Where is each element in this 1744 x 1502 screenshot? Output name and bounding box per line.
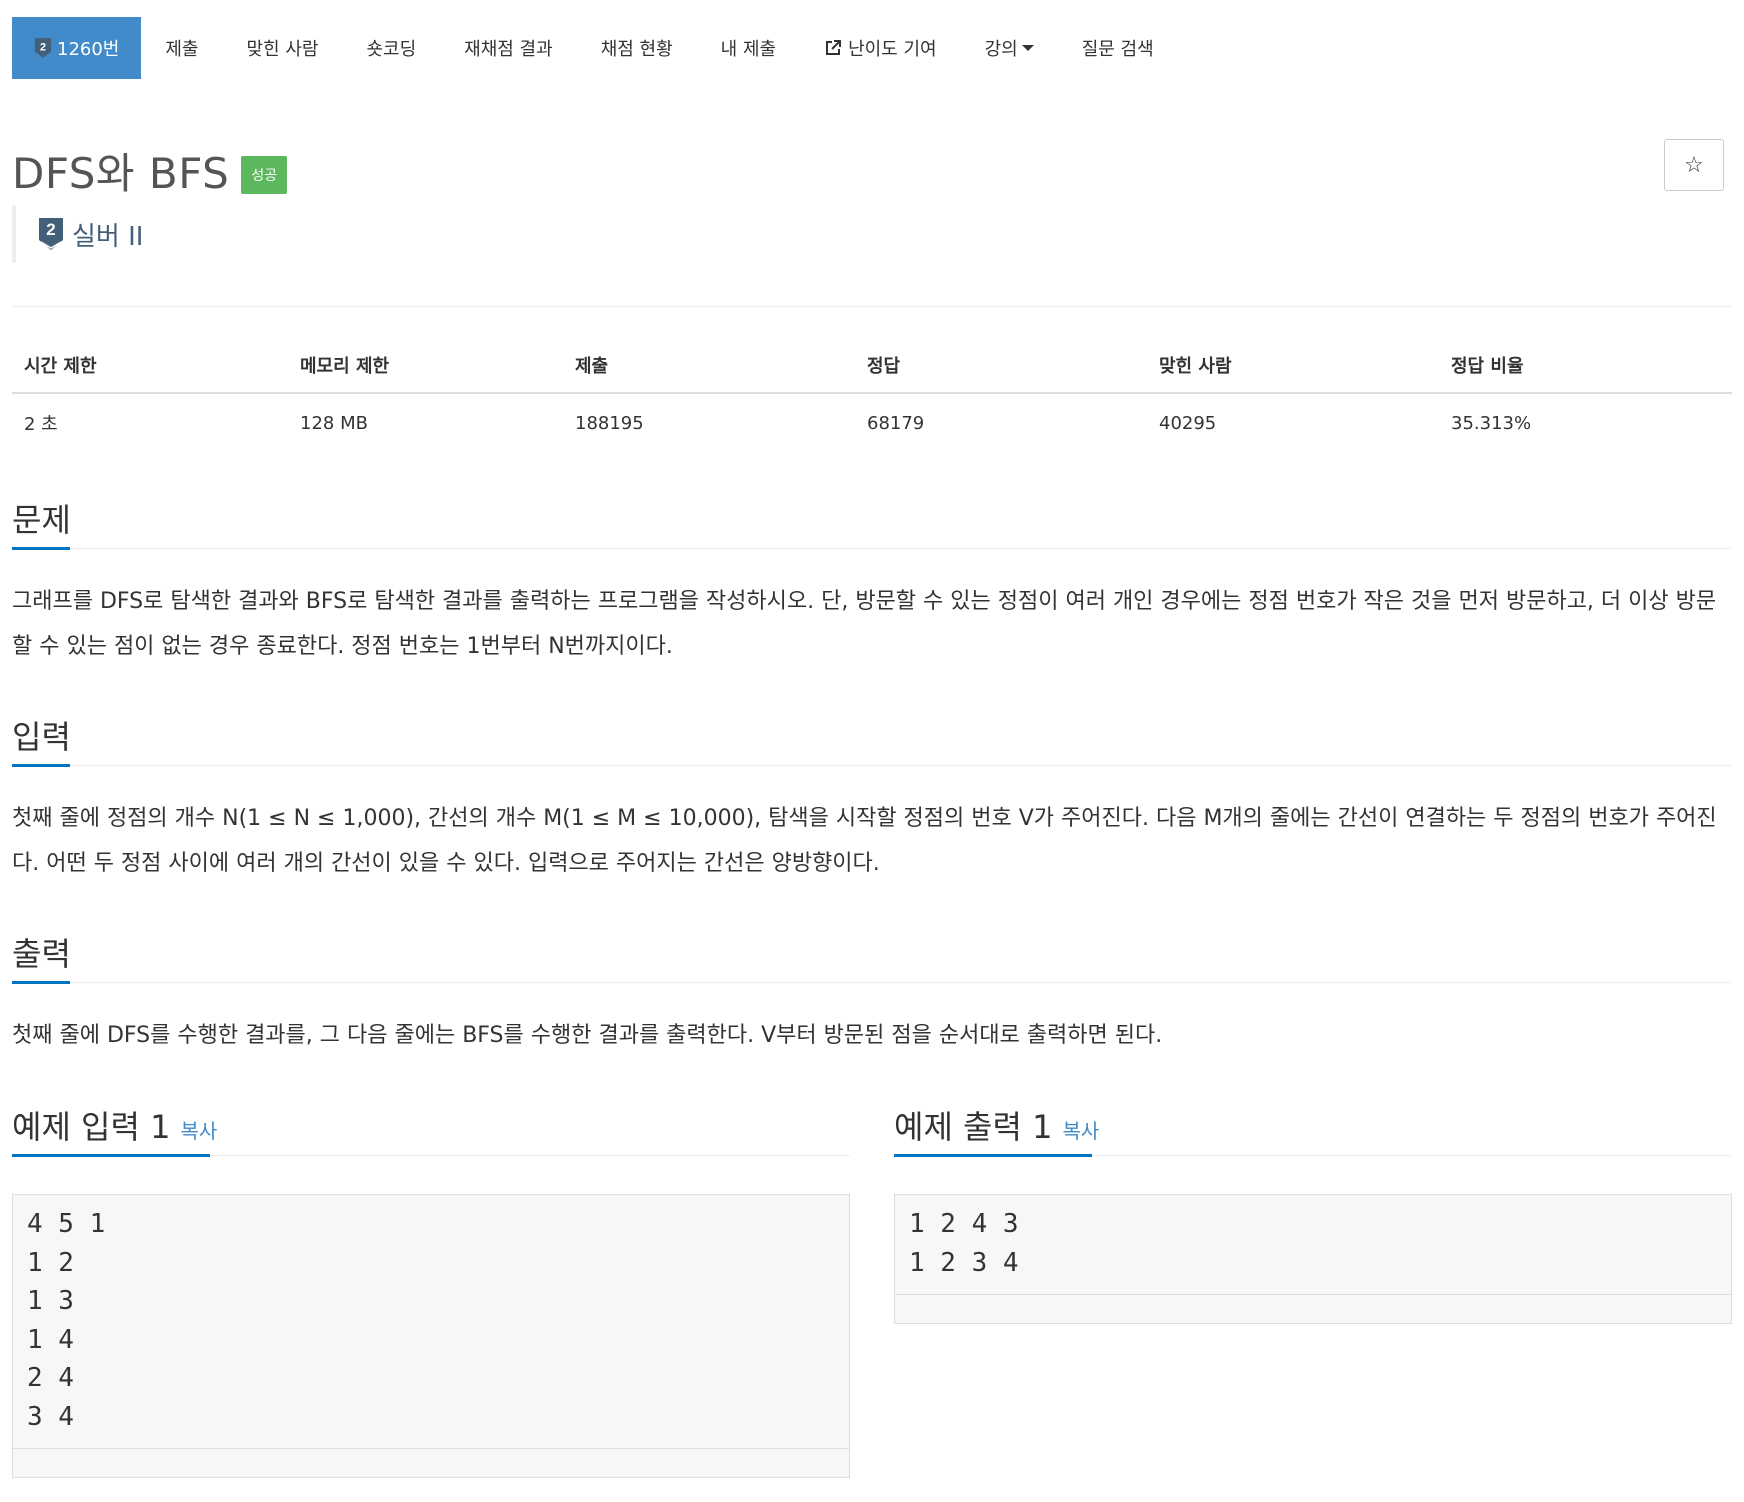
input-section: 입력 첫째 줄에 정점의 개수 N(1 ≤ N ≤ 1,000), 간선의 개수… [12,708,1732,886]
sample-input-section: 예제 입력 1 복사 4 5 1 1 2 1 3 1 4 2 4 3 4 [12,1098,850,1478]
external-link-icon [826,40,842,55]
problem-title: DFS와 BFS [12,149,230,198]
header-solved-users: 맞힌 사람 [1147,340,1439,394]
section-underline [12,764,70,767]
cell-memory-limit: 128 MB [300,412,368,434]
tab-submit[interactable]: 제출 [141,17,222,79]
cell-solved-users: 40295 [1159,412,1217,434]
tab-difficulty-label: 난이도 기여 [848,39,937,60]
sample-input-footer [12,1448,850,1478]
section-underline [12,981,70,984]
sample-input-title: 예제 입력 1 [12,1108,171,1146]
copy-sample-output-link[interactable]: 복사 [1062,1119,1099,1143]
problem-title-row: DFS와 BFS 성공 [12,140,288,201]
cell-accept-ratio: 35.313% [1451,412,1532,434]
cell-time-limit: 2 초 [24,414,58,435]
silver-tier-icon: 2 [34,38,52,58]
problem-description-text: 그래프를 DFS로 탐색한 결과와 BFS로 탐색한 결과를 출력하는 프로그램… [12,589,1717,659]
table-header-row: 시간 제한 메모리 제한 제출 정답 맞힌 사람 정답 비율 [12,340,1732,394]
svg-text:2: 2 [40,42,46,54]
problem-info-table: 시간 제한 메모리 제한 제출 정답 맞힌 사람 정답 비율 2 초 128 M… [12,340,1732,450]
section-title-sample-input: 예제 입력 1 복사 [12,1102,217,1148]
tier-label: 실버 II [72,221,144,252]
header-memory-limit: 메모리 제한 [288,340,563,394]
header-submissions: 제출 [563,340,855,394]
copy-sample-input-link[interactable]: 복사 [180,1119,217,1143]
header-accept-ratio: 정답 비율 [1439,340,1732,394]
status-badge: 성공 [241,155,288,194]
tab-problem-label: 1260번 [57,39,120,60]
section-underline [12,547,70,550]
header-accepted: 정답 [855,340,1147,394]
tab-status[interactable]: 채점 현황 [577,17,697,79]
section-header: 문제 [12,491,1732,550]
section-header: 입력 [12,708,1732,767]
tab-difficulty-contribute[interactable]: 난이도 기여 [800,17,961,79]
table-row: 2 초 128 MB 188195 68179 40295 35.313% [12,393,1732,450]
divider [12,306,1732,307]
star-icon: ☆ [1684,152,1704,178]
header-time-limit: 시간 제한 [12,340,288,394]
section-title-sample-output: 예제 출력 1 복사 [894,1102,1099,1148]
problem-description-section: 문제 그래프를 DFS로 탐색한 결과와 BFS로 탐색한 결과를 출력하는 프… [12,491,1732,669]
cell-submissions: 188195 [575,412,644,434]
tab-lecture-dropdown[interactable]: 강의 [961,17,1058,79]
tab-my-submissions[interactable]: 내 제출 [697,17,800,79]
section-title-input: 입력 [12,718,71,756]
caret-down-icon [1021,45,1034,51]
section-header: 예제 출력 1 복사 [894,1098,1732,1157]
sample-output-footer [894,1294,1732,1324]
output-section: 출력 첫째 줄에 DFS를 수행한 결과를, 그 다음 줄에는 BFS를 수행한… [12,925,1732,1058]
tab-question-search[interactable]: 질문 검색 [1058,17,1178,79]
section-underline [12,1154,210,1157]
tab-problem[interactable]: 2 1260번 [12,17,142,79]
tab-solved-users[interactable]: 맞힌 사람 [223,17,343,79]
output-description-text: 첫째 줄에 DFS를 수행한 결과를, 그 다음 줄에는 BFS를 수행한 결과… [12,1023,1163,1048]
tab-short-coding[interactable]: 숏코딩 [342,17,440,79]
sample-output-title: 예제 출력 1 [894,1108,1053,1146]
section-header: 출력 [12,925,1732,984]
favorite-star-button[interactable]: ☆ [1664,139,1724,191]
tab-lecture-label: 강의 [984,39,1018,60]
sample-output-code: 1 2 4 3 1 2 3 4 [894,1194,1732,1294]
input-description-text: 첫째 줄에 정점의 개수 N(1 ≤ N ≤ 1,000), 간선의 개수 M(… [12,806,1717,876]
section-header: 예제 입력 1 복사 [12,1098,850,1157]
sample-output-section: 예제 출력 1 복사 1 2 4 3 1 2 3 4 [894,1098,1732,1324]
cell-accepted: 68179 [867,412,925,434]
section-title-problem: 문제 [12,501,71,539]
section-title-output: 출력 [12,935,71,973]
problem-nav: 2 1260번 제출 맞힌 사람 숏코딩 재채점 결과 채점 현황 내 제출 난… [12,17,1178,79]
section-underline [894,1154,1092,1157]
sample-input-code: 4 5 1 1 2 1 3 1 4 2 4 3 4 [12,1194,850,1448]
silver-tier-icon: 2 [39,218,63,250]
tab-rejudge-results[interactable]: 재채점 결과 [440,17,577,79]
svg-text:2: 2 [46,220,55,239]
tier-box: 2 실버 II [12,205,143,263]
